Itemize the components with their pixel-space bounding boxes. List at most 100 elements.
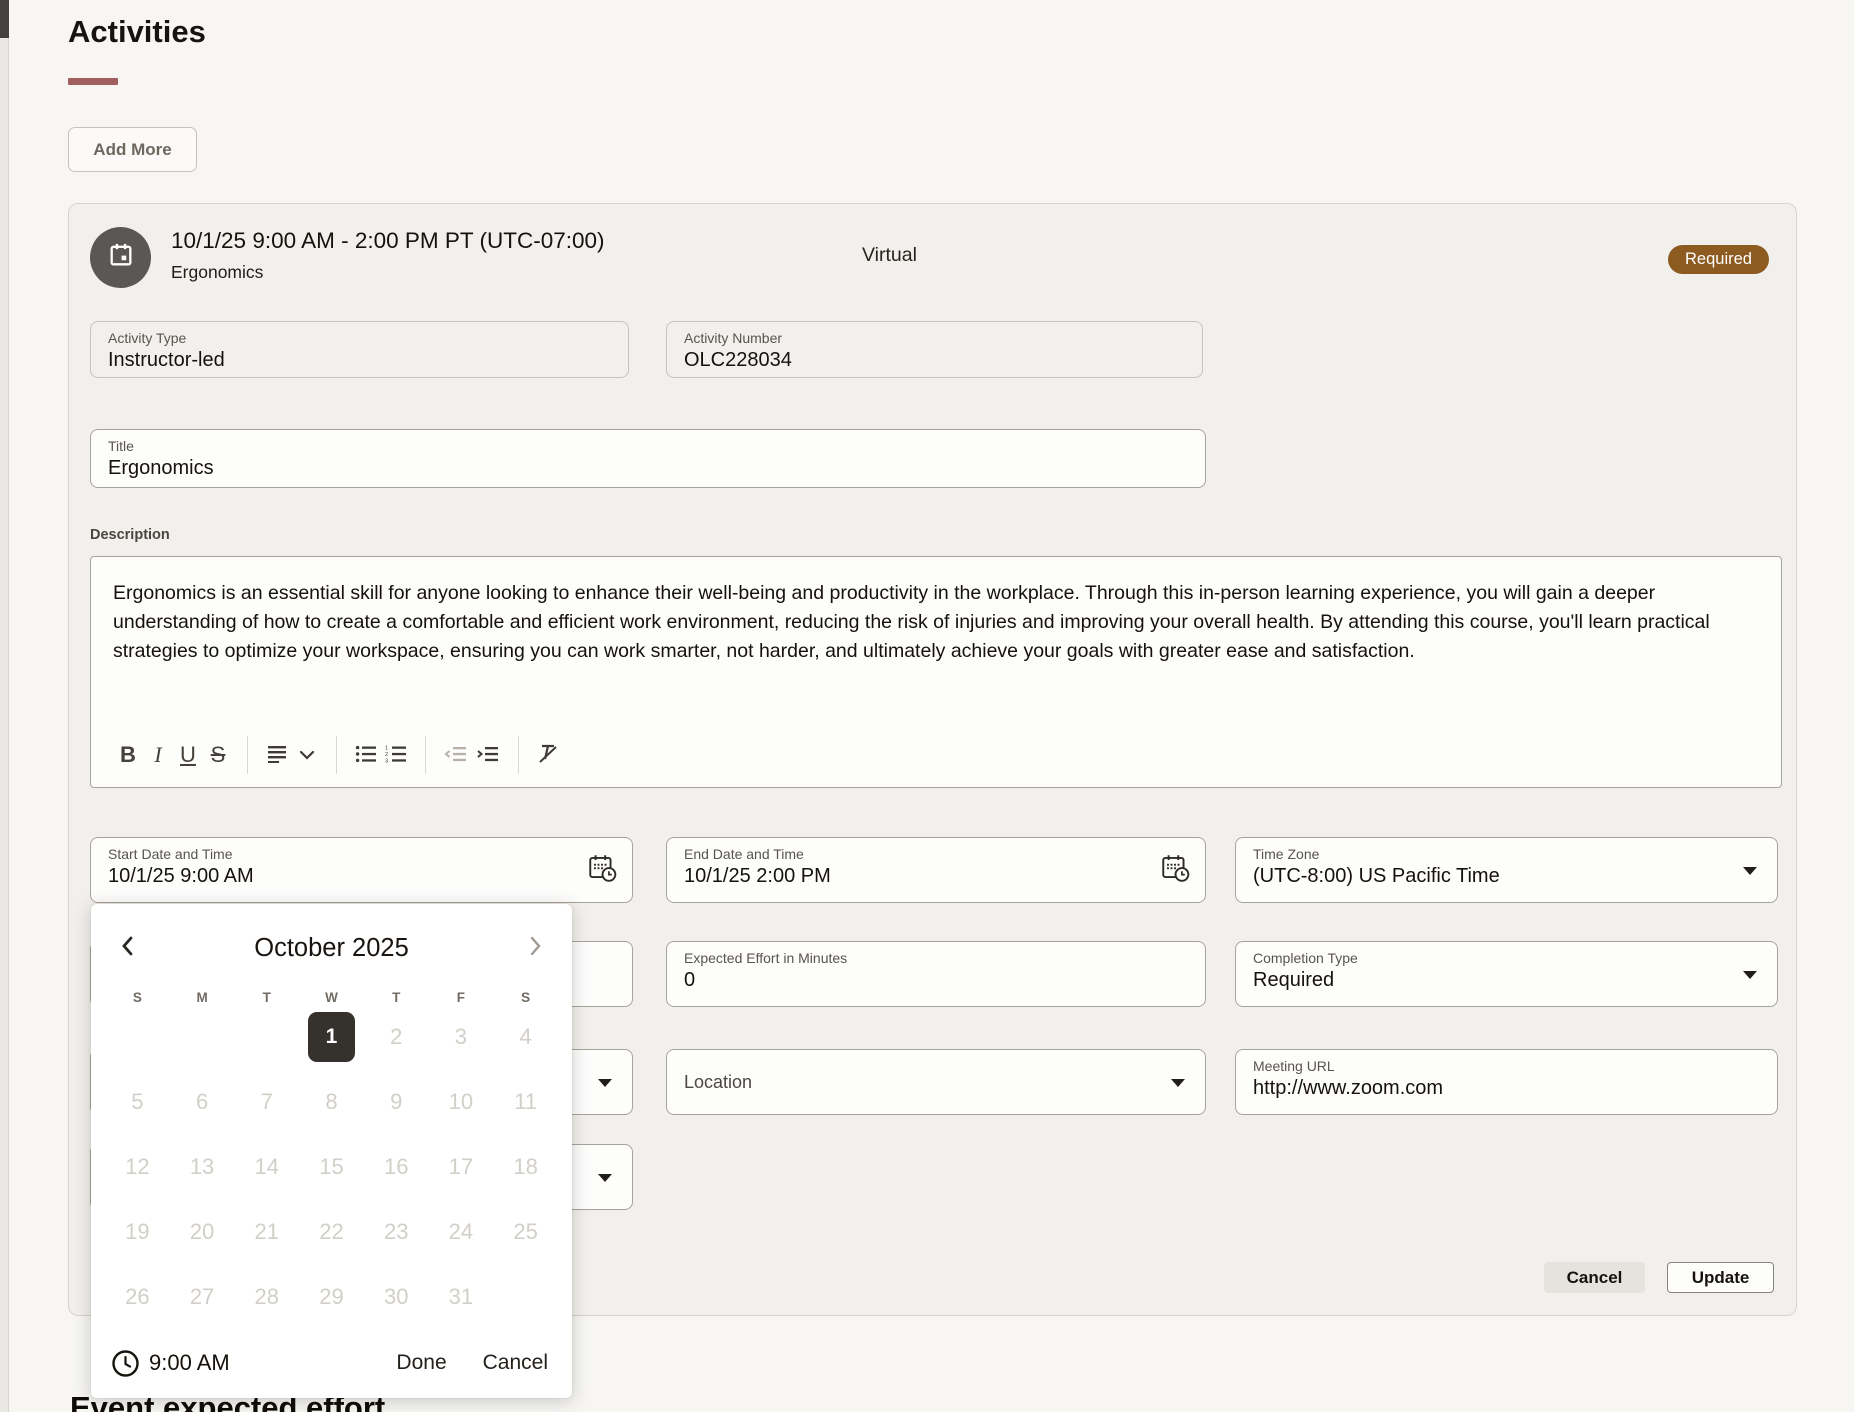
calendar-day[interactable]: 21	[234, 1199, 299, 1264]
activity-name: Ergonomics	[171, 262, 263, 283]
field-label: Activity Number	[684, 330, 1202, 347]
strikethrough-icon: S	[211, 742, 226, 768]
bullet-list-button[interactable]	[351, 737, 381, 773]
calendar-day[interactable]: 28	[234, 1264, 299, 1329]
calendar-day[interactable]: 5	[105, 1069, 170, 1134]
field-value: OLC228034	[684, 347, 1202, 374]
calendar-day[interactable]: 19	[105, 1199, 170, 1264]
description-editor[interactable]: Ergonomics is an essential skill for any…	[90, 556, 1782, 788]
timezone-select[interactable]: Time Zone (UTC-8:00) US Pacific Time	[1235, 837, 1778, 903]
activity-datetime: 10/1/25 9:00 AM - 2:00 PM PT (UTC-07:00)	[171, 228, 605, 254]
field-value: 10/1/25 9:00 AM	[108, 863, 632, 890]
scrollbar-thumb[interactable]	[0, 0, 9, 38]
calendar-day[interactable]: 25	[493, 1199, 558, 1264]
indent-button[interactable]	[472, 737, 504, 773]
location-select[interactable]: Location	[666, 1049, 1206, 1115]
field-value: 0	[684, 967, 1205, 994]
bullet-list-icon	[355, 745, 377, 766]
add-more-button[interactable]: Add More	[68, 127, 197, 172]
cancel-button[interactable]: Cancel	[1544, 1262, 1645, 1293]
bold-button[interactable]: B	[113, 737, 143, 773]
calendar-day[interactable]: 31	[429, 1264, 494, 1329]
calendar-day[interactable]: 23	[364, 1199, 429, 1264]
calendar-day[interactable]: 2	[364, 1004, 429, 1069]
calendar-day[interactable]: 9	[364, 1069, 429, 1134]
align-button[interactable]	[262, 737, 292, 773]
strikethrough-button[interactable]: S	[203, 737, 233, 773]
title-field[interactable]: Title Ergonomics	[90, 429, 1206, 488]
next-month-button[interactable]	[520, 932, 550, 962]
calendar-day[interactable]: 29	[299, 1264, 364, 1329]
completion-type-select[interactable]: Completion Type Required	[1235, 941, 1778, 1007]
field-label: End Date and Time	[684, 846, 1205, 863]
toolbar-divider	[247, 736, 248, 774]
dropdown-caret-icon	[598, 1079, 612, 1087]
title-accent-bar	[68, 78, 118, 85]
calendar-day[interactable]: 17	[429, 1134, 494, 1199]
align-dropdown-button[interactable]	[292, 737, 322, 773]
calendar-clock-icon[interactable]	[586, 852, 618, 889]
activity-number-field: Activity Number OLC228034	[666, 321, 1203, 378]
calendar-day[interactable]: 3	[429, 1004, 494, 1069]
chevron-down-icon	[299, 748, 315, 763]
clock-icon	[111, 1349, 140, 1378]
richtext-toolbar: B I U S	[113, 733, 563, 777]
calendar-day[interactable]: 14	[234, 1134, 299, 1199]
dropdown-caret-icon	[1171, 1079, 1185, 1087]
clear-format-icon	[537, 744, 559, 767]
calendar-day[interactable]: 6	[170, 1069, 235, 1134]
field-label: Activity Type	[108, 330, 628, 347]
calendar-day[interactable]: 24	[429, 1199, 494, 1264]
calendar-day[interactable]: 22	[299, 1199, 364, 1264]
activity-mode: Virtual	[862, 244, 917, 267]
expected-effort-field[interactable]: Expected Effort in Minutes 0	[666, 941, 1206, 1007]
description-text[interactable]: Ergonomics is an essential skill for any…	[91, 557, 1781, 666]
field-label: Meeting URL	[1253, 1058, 1777, 1075]
calendar-day[interactable]: 20	[170, 1199, 235, 1264]
italic-button[interactable]: I	[143, 737, 173, 773]
field-label: Expected Effort in Minutes	[684, 950, 1205, 967]
update-button[interactable]: Update	[1667, 1262, 1774, 1293]
calendar-clock-icon[interactable]	[1159, 852, 1191, 889]
toolbar-divider	[518, 736, 519, 774]
underline-button[interactable]: U	[173, 737, 203, 773]
calendar-day[interactable]: 27	[170, 1264, 235, 1329]
weekday-label: T	[234, 990, 299, 1005]
italic-icon: I	[154, 742, 161, 768]
calendar-day[interactable]: 7	[234, 1069, 299, 1134]
calendar-day[interactable]: 16	[364, 1134, 429, 1199]
calendar-day[interactable]: 12	[105, 1134, 170, 1199]
bold-icon: B	[120, 742, 136, 768]
datepicker-cancel-button[interactable]: Cancel	[483, 1351, 548, 1375]
outdent-button[interactable]	[440, 737, 472, 773]
numbered-list-button[interactable]: 1 2 3	[381, 737, 411, 773]
calendar-day[interactable]: 8	[299, 1069, 364, 1134]
start-date-field[interactable]: Start Date and Time 10/1/25 9:00 AM	[90, 837, 633, 903]
calendar-day-empty	[234, 1004, 299, 1069]
svg-text:1: 1	[385, 745, 388, 751]
dropdown-caret-icon	[1743, 867, 1757, 875]
month-year-label: October 2025	[91, 934, 572, 963]
calendar-day[interactable]: 4	[493, 1004, 558, 1069]
calendar-day[interactable]: 10	[429, 1069, 494, 1134]
activity-type-field: Activity Type Instructor-led	[90, 321, 629, 378]
calendar-day[interactable]: 26	[105, 1264, 170, 1329]
weekday-label: T	[364, 990, 429, 1005]
meeting-url-field[interactable]: Meeting URL http://www.zoom.com	[1235, 1049, 1778, 1115]
selected-time-label: 9:00 AM	[149, 1350, 230, 1376]
page-scrollbar[interactable]	[0, 0, 9, 1412]
time-select-button[interactable]: 9:00 AM	[111, 1349, 230, 1378]
toolbar-divider	[336, 736, 337, 774]
calendar-day[interactable]: 13	[170, 1134, 235, 1199]
calendar-day[interactable]: 30	[364, 1264, 429, 1329]
calendar-day[interactable]: 11	[493, 1069, 558, 1134]
done-button[interactable]: Done	[396, 1351, 446, 1375]
field-value: Required	[1253, 967, 1777, 994]
calendar-day[interactable]: 15	[299, 1134, 364, 1199]
end-date-field[interactable]: End Date and Time 10/1/25 2:00 PM	[666, 837, 1206, 903]
calendar-day[interactable]: 18	[493, 1134, 558, 1199]
clear-format-button[interactable]	[533, 737, 563, 773]
calendar-day[interactable]: 1	[308, 1012, 355, 1062]
weekday-label: F	[429, 990, 494, 1005]
page-title: Activities	[68, 14, 206, 50]
